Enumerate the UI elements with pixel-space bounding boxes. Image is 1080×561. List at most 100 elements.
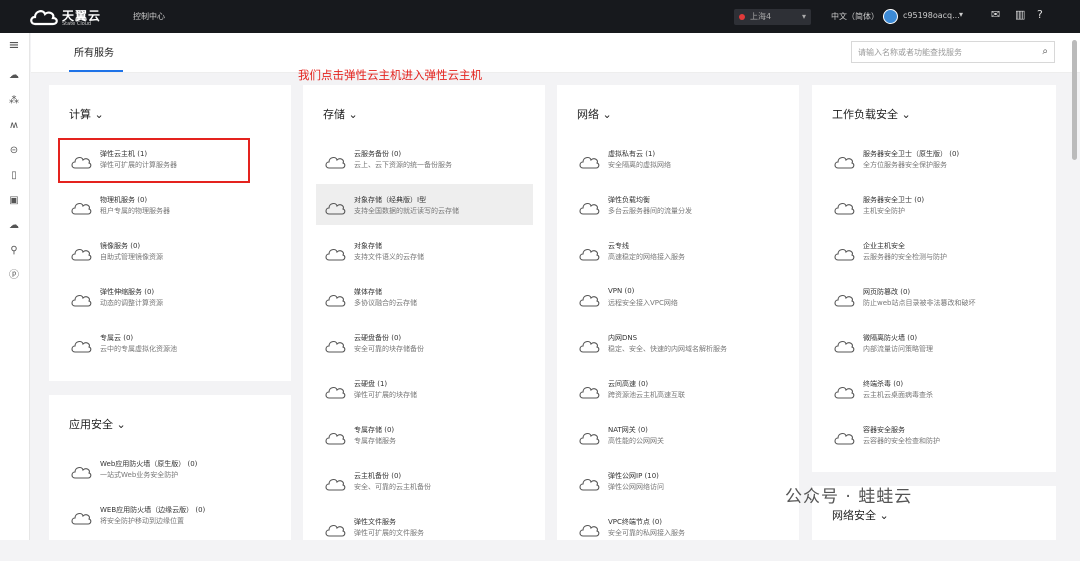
service-desc: 云服务器的安全检测与防护 [863, 253, 947, 261]
service-item[interactable]: WEB应用防火墙（边缘云版） (0) 将安全防护移动到边缘位置 [70, 505, 270, 549]
service-desc: 自助式管理镜像资源 [100, 253, 163, 261]
service-desc: 高速稳定的网络接入服务 [608, 253, 685, 261]
search-icon[interactable]: ⌕ [1042, 46, 1048, 57]
help-icon[interactable]: ? [1037, 8, 1043, 21]
service-desc: 稳定、安全、快速的内网域名解析服务 [608, 345, 727, 353]
service-item[interactable]: 弹性文件服务 弹性可扩展的文件服务 [324, 517, 524, 561]
dedicated-storage-icon [325, 433, 346, 445]
card-title[interactable]: 应用安全 ⌄ [69, 416, 126, 432]
avatar[interactable] [883, 9, 898, 24]
service-desc: 防止web站点目录被非法篡改和破坏 [863, 299, 976, 307]
service-item[interactable]: 镜像服务 (0) 自助式管理镜像资源 [70, 241, 270, 285]
card-title[interactable]: 存储 ⌄ [323, 106, 358, 122]
card-title[interactable]: 网络 ⌄ [577, 106, 612, 122]
region-selector[interactable]: 上海4 ▾ [734, 9, 811, 25]
service-item[interactable]: 服务器安全卫士 (0) 主机安全防护 [833, 195, 1033, 239]
service-item[interactable]: VPN (0) 远程安全接入VPC网络 [578, 287, 778, 331]
scrollbar[interactable] [1072, 40, 1077, 160]
service-item[interactable]: 弹性负载均衡 多台云服务器间的流量分发 [578, 195, 778, 239]
service-name: 弹性文件服务 [354, 518, 396, 526]
service-desc: 弹性公网网络访问 [608, 483, 664, 491]
service-item[interactable]: 专属存储 (0) 专属存储服务 [324, 425, 524, 469]
edge-waf-icon [71, 513, 92, 525]
service-name: 服务器安全卫士 (0) [863, 196, 925, 204]
service-item[interactable]: 内网DNS 稳定、安全、快速的内网域名解析服务 [578, 333, 778, 377]
service-item[interactable]: 云专线高速稳定的网络接入服务 [578, 241, 778, 285]
sidebar-cloud-icon[interactable]: ☁ [7, 69, 21, 83]
service-item[interactable]: 企业主机安全 云服务器的安全检测与防护 [833, 241, 1033, 285]
card-title[interactable]: 计算 ⌄ [69, 106, 104, 122]
language-selector[interactable]: 中文（简体） [831, 11, 879, 22]
cloud-logo-icon [30, 10, 58, 26]
service-name: 内网DNS [608, 334, 638, 342]
logo-subtext: State Cloud [62, 21, 92, 27]
service-item[interactable]: 物理机服务 (0) 租户专属的物理服务器 [70, 195, 270, 239]
card-title[interactable]: 工作负载安全 ⌄ [832, 106, 911, 122]
service-name: 云硬盘 (1) [354, 380, 388, 388]
sidebar-balance-icon[interactable]: ⚲ [7, 244, 21, 258]
service-item[interactable]: 微隔离防火墙 (0) 内部流量访问策略管理 [833, 333, 1033, 377]
service-item[interactable]: 网页防篡改 (0) 防止web站点目录被非法篡改和破坏 [833, 287, 1033, 331]
service-item[interactable]: 对象存储（经典版）Ⅰ型 支持全国数据的就近读写的云存储 [324, 195, 524, 239]
service-item[interactable]: Web应用防火墙（原生版） (0) 一站式Web业务安全防护 [70, 459, 270, 503]
service-item[interactable]: 云硬盘备份 (0) 安全可靠的块存储备份 [324, 333, 524, 377]
search-placeholder: 请输入名称或者功能查找服务 [858, 48, 962, 57]
sidebar-disk-icon[interactable]: ⊝ [7, 144, 21, 158]
sidebar-file-icon[interactable]: ▯ [7, 169, 21, 183]
cloud-disk-icon [325, 387, 346, 399]
service-item[interactable]: 弹性伸缩服务 (0) 动态的调整计算资源 [70, 287, 270, 331]
service-item[interactable]: 云主机备份 (0) 安全、可靠的云主机备份 [324, 471, 524, 515]
watermark: 公众号 · 蛙蛙云 [785, 487, 913, 507]
service-desc: 云主机云桌面病毒查杀 [863, 391, 933, 399]
service-name: 终端杀毒 (0) [863, 380, 904, 388]
service-desc: 租户专属的物理服务器 [100, 207, 170, 215]
service-name: 媒体存储 [354, 288, 382, 296]
sidebar-image-icon[interactable]: ▣ [7, 194, 21, 208]
sidebar-cluster-icon[interactable]: ⁂ [7, 94, 21, 108]
sidebar-ip-icon[interactable]: ⓟ [7, 269, 21, 283]
sidebar: ≡ ☁ ⁂ ʍ ⊝ ▯ ▣ ☁ ⚲ ⓟ [0, 33, 30, 540]
logo[interactable]: 天翼云 State Cloud [29, 5, 101, 29]
console-link[interactable]: 控制中心 [133, 11, 165, 22]
service-name: NAT网关 (0) [608, 426, 648, 434]
mail-icon[interactable]: ✉ [991, 8, 1000, 21]
service-desc: 将安全防护移动到边缘位置 [100, 517, 184, 525]
service-item[interactable]: 专属云 (0) 云中的专属虚拟化资源池 [70, 333, 270, 377]
service-name: 镜像服务 (0) [100, 242, 141, 250]
service-desc: 全方位服务器安全保护服务 [863, 161, 947, 169]
service-item[interactable]: 媒体存储 多协议融合的云存储 [324, 287, 524, 331]
service-item[interactable]: 虚拟私有云 (1) 安全隔离的虚拟网络 [578, 149, 778, 193]
service-item[interactable]: 云服务备份 (0) 云上、云下资源的统一备份服务 [324, 149, 524, 193]
endpoint-icon [579, 525, 600, 537]
service-item[interactable]: 容器安全服务云容器的安全检查和防护 [833, 425, 1033, 469]
service-name: 容器安全服务 [863, 426, 905, 434]
sidebar-cloud2-icon[interactable]: ☁ [7, 219, 21, 233]
service-name: VPC终端节点 (0) [608, 518, 663, 526]
dedicated-cloud-icon [71, 341, 92, 353]
service-item[interactable]: VPC终端节点 (0) 安全可靠的私网接入服务 [578, 517, 778, 561]
card-title[interactable]: 网络安全 ⌄ [832, 507, 889, 523]
username[interactable]: c95198oacq... [903, 11, 960, 20]
service-item[interactable]: 对象存储 支持文件语义的云存储 [324, 241, 524, 285]
menu-icon[interactable]: ≡ [7, 39, 21, 53]
service-item[interactable]: 终端杀毒 (0) 云主机云桌面病毒查杀 [833, 379, 1033, 423]
service-desc: 安全可靠的私网接入服务 [608, 529, 685, 537]
service-desc: 弹性可扩展的块存储 [354, 391, 417, 399]
service-item[interactable]: 云间高速 (0) 跨资源池云主机高速互联 [578, 379, 778, 423]
chevron-down-icon[interactable]: ▾ [959, 10, 963, 19]
service-item[interactable]: 云硬盘 (1) 弹性可扩展的块存储 [324, 379, 524, 423]
service-item[interactable]: 服务器安全卫士（原生版） (0) 全方位服务器安全保护服务 [833, 149, 1033, 193]
service-item[interactable]: 弹性公网IP (10) 弹性公网网络访问 [578, 471, 778, 515]
buildings-icon[interactable]: ▥ [1015, 8, 1025, 21]
object-storage2-icon [325, 249, 346, 261]
service-name: 云专线 [608, 242, 629, 250]
tab-all-services[interactable]: 所有服务 [74, 44, 114, 59]
service-desc: 安全、可靠的云主机备份 [354, 483, 431, 491]
service-item[interactable]: NAT网关 (0) 高性能的公网网关 [578, 425, 778, 469]
vpc-icon [579, 157, 600, 169]
sidebar-scale-icon[interactable]: ʍ [7, 119, 21, 133]
service-desc: 云容器的安全检查和防护 [863, 437, 940, 445]
search-input[interactable]: 请输入名称或者功能查找服务 ⌕ [851, 41, 1055, 63]
nat-icon [579, 433, 600, 445]
service-desc: 云上、云下资源的统一备份服务 [354, 161, 452, 169]
